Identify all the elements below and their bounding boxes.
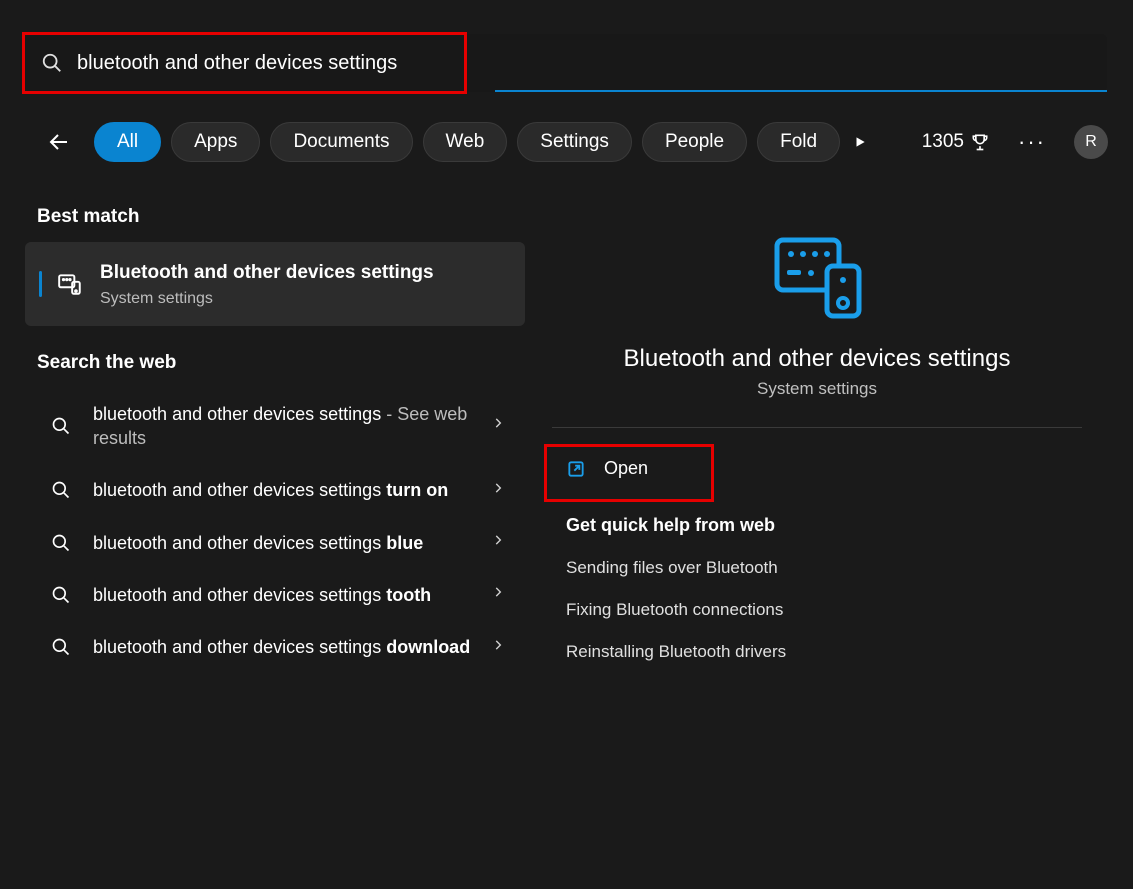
help-link-2[interactable]: Reinstalling Bluetooth drivers [566, 642, 786, 662]
scope-web[interactable]: Web [423, 122, 508, 162]
web-result-text: bluetooth and other devices settings - S… [93, 402, 485, 451]
open-label: Open [604, 458, 648, 479]
web-result-text: bluetooth and other devices settings dow… [93, 635, 485, 659]
chevron-right-icon[interactable] [485, 416, 511, 435]
scope-documents[interactable]: Documents [270, 122, 412, 162]
rewards-points[interactable]: 1305 [922, 131, 990, 153]
search-web-heading: Search the web [37, 352, 525, 374]
selection-indicator [39, 271, 42, 297]
scope-settings[interactable]: Settings [517, 122, 632, 162]
search-icon [47, 533, 75, 553]
web-result-text: bluetooth and other devices settings too… [93, 583, 485, 607]
trophy-icon [970, 132, 990, 152]
web-result-0[interactable]: bluetooth and other devices settings - S… [25, 388, 525, 465]
devices-large-icon [767, 232, 867, 327]
scope-row: All Apps Documents Web Settings People F… [38, 118, 1108, 166]
search-icon [41, 52, 63, 74]
search-focus-underline [495, 90, 1107, 92]
quick-help-heading: Get quick help from web [566, 515, 775, 536]
scope-apps[interactable]: Apps [171, 122, 260, 162]
open-icon [566, 459, 586, 479]
search-icon [47, 416, 75, 436]
best-match-result[interactable]: Bluetooth and other devices settings Sys… [25, 242, 525, 326]
scope-folders[interactable]: Fold [757, 122, 840, 162]
preview-separator [552, 427, 1082, 428]
web-result-4[interactable]: bluetooth and other devices settings dow… [25, 621, 525, 673]
search-bar[interactable] [25, 34, 1107, 92]
search-icon [47, 637, 75, 657]
back-button[interactable] [38, 121, 80, 163]
chevron-right-icon[interactable] [485, 533, 511, 552]
preview-subtitle: System settings [757, 379, 877, 399]
open-action[interactable]: Open [548, 446, 672, 491]
scope-all[interactable]: All [94, 122, 161, 162]
preview-panel: Bluetooth and other devices settings Sys… [526, 194, 1108, 662]
web-result-2[interactable]: bluetooth and other devices settings blu… [25, 517, 525, 569]
best-match-subtitle: System settings [100, 290, 434, 308]
search-input[interactable] [75, 51, 1107, 76]
web-result-text: bluetooth and other devices settings tur… [93, 478, 485, 502]
web-result-text: bluetooth and other devices settings blu… [93, 531, 485, 555]
preview-title: Bluetooth and other devices settings [624, 345, 1011, 373]
results-column: Best match Bluetooth and other devices s… [25, 194, 525, 673]
rewards-points-value: 1305 [922, 131, 964, 153]
help-link-1[interactable]: Fixing Bluetooth connections [566, 600, 786, 620]
profile-avatar[interactable]: R [1074, 125, 1108, 159]
web-result-3[interactable]: bluetooth and other devices settings too… [25, 569, 525, 621]
chevron-right-icon[interactable] [485, 638, 511, 657]
search-icon [47, 585, 75, 605]
web-result-1[interactable]: bluetooth and other devices settings tur… [25, 464, 525, 516]
best-match-title: Bluetooth and other devices settings [100, 260, 434, 286]
scope-overflow-caret[interactable] [846, 135, 874, 149]
scope-people[interactable]: People [642, 122, 747, 162]
more-options-button[interactable]: ··· [1018, 129, 1046, 155]
chevron-right-icon[interactable] [485, 585, 511, 604]
chevron-right-icon[interactable] [485, 481, 511, 500]
help-link-0[interactable]: Sending files over Bluetooth [566, 558, 786, 578]
best-match-heading: Best match [37, 206, 525, 228]
devices-icon [56, 271, 84, 297]
search-icon [47, 480, 75, 500]
